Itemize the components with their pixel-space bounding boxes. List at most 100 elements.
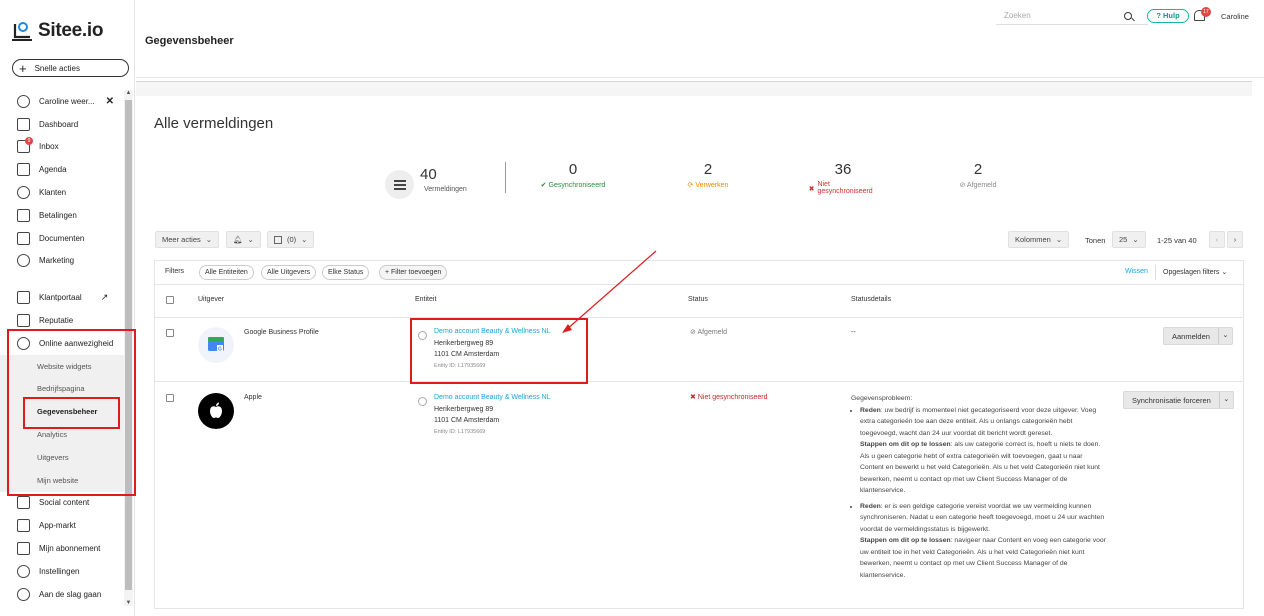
sidebar-item-app-markt[interactable]: App-markt [0, 514, 124, 537]
sidebar-item-klanten[interactable]: Klanten [0, 181, 124, 204]
chevron-down-icon: ⌄ [205, 235, 213, 244]
sidebar-subitem-gegevensbeheer[interactable]: Gegevensbeheer [0, 400, 124, 423]
sidebar-item-social-content[interactable]: Social content [0, 492, 124, 515]
reason-label: Reden [860, 502, 881, 510]
page-size-select[interactable]: 25 ⌄ [1112, 231, 1146, 248]
close-icon[interactable]: ✕ [106, 96, 114, 107]
scroll-up-icon[interactable]: ▲ [124, 90, 133, 96]
sidebar-subitem-website-widgets[interactable]: Website widgets [0, 355, 124, 378]
force-sync-button[interactable]: Synchronisatie forceren ⌄ [1123, 391, 1234, 409]
quick-actions-button[interactable]: + Snelle acties [12, 59, 129, 77]
status-cell: ✖ Niet gesynchroniseerd [690, 392, 767, 404]
clear-filters-link[interactable]: Wissen [1125, 268, 1148, 275]
sidebar-item-instellingen[interactable]: Instellingen [0, 560, 124, 583]
filter-chip-uitgevers[interactable]: Alle Uitgevers [261, 265, 317, 280]
sidebar-subitem-mijn-website[interactable]: Mijn website [0, 469, 124, 492]
sidebar-item-betalingen[interactable]: Betalingen [0, 204, 124, 227]
sidebar-item-label: Uitgevers [37, 452, 69, 462]
add-filter-button[interactable]: + Filter toevoegen [379, 265, 448, 280]
chevron-down-icon[interactable]: ⌄ [1217, 328, 1232, 344]
user-name[interactable]: Caroline [1221, 12, 1249, 21]
status-details: -- [851, 329, 856, 336]
check-icon: ✔ [540, 182, 547, 189]
sidebar-item-aan-de-slag[interactable]: Aan de slag gaan [0, 583, 124, 606]
filter-chip-status[interactable]: Elke Status [322, 265, 370, 280]
column-header-entiteit[interactable]: Entiteit [415, 296, 436, 303]
scroll-thumb[interactable] [125, 100, 132, 590]
chevron-down-icon[interactable]: ⌄ [1218, 392, 1233, 408]
subscribe-button[interactable]: Aanmelden ⌄ [1163, 327, 1233, 345]
stat-unsubscribed[interactable]: 2 ⊘ Afgemeld [943, 161, 1013, 189]
more-actions-dropdown[interactable]: Meer acties ⌄ [155, 231, 220, 248]
sidebar-item-documenten[interactable]: Documenten [0, 227, 124, 250]
entity-address-line1: Herikerbergweg 89 [434, 339, 494, 347]
columns-dropdown[interactable]: Kolommen ⌄ [1008, 231, 1070, 248]
listings-title: Alle vermeldingen [154, 115, 274, 132]
saved-filters-dropdown[interactable]: Opgeslagen filters ⌄ [1163, 268, 1227, 276]
external-link-icon: ↗ [100, 292, 109, 303]
column-header-uitgever[interactable]: Uitgever [198, 296, 224, 303]
sidebar-item-label: Klanten [39, 188, 67, 198]
row-checkbox[interactable] [166, 394, 174, 402]
portal-icon [17, 291, 30, 305]
select-all-checkbox[interactable] [166, 296, 174, 304]
filter-chip-entiteiten[interactable]: Alle Entiteiten [199, 265, 254, 280]
sidebar-item-label: Analytics [37, 430, 68, 440]
sidebar-item-dashboard[interactable]: Dashboard [0, 113, 124, 136]
status-text: Niet gesynchroniseerd [697, 394, 768, 401]
stat-total[interactable]: 40 Vermeldingen [420, 166, 470, 193]
sidebar-item-inbox[interactable]: 9 Inbox [0, 136, 124, 159]
sidebar-item-label: Dashboard [39, 119, 79, 129]
top-bar: Gegevensbeheer Zoeken ? Hulp 17 Caroline [136, 7, 1264, 78]
status-text: Afgemeld [697, 329, 728, 336]
header-divider [155, 317, 1243, 318]
row-checkbox[interactable] [166, 329, 174, 337]
sidebar-item-mijn-abonnement[interactable]: Mijn abonnement [0, 537, 124, 560]
customers-icon [17, 186, 30, 200]
help-button[interactable]: ? Hulp [1147, 9, 1189, 23]
scroll-down-icon[interactable]: ▼ [124, 600, 133, 606]
stat-processing[interactable]: 2 ⟳ Verwerken [668, 161, 748, 189]
force-sync-label: Synchronisatie forceren [1132, 395, 1211, 405]
sidebar-item-klantportaal[interactable]: Klantportaal ↗ [0, 286, 124, 309]
sidebar-subitem-bedrijfspagina[interactable]: Bedrijfspagina [0, 378, 124, 401]
prev-page-button[interactable]: ‹ [1209, 231, 1225, 248]
sidebar-item-online-aanwezigheid[interactable]: Online aanwezigheid [0, 332, 124, 355]
select-dropdown[interactable]: (0) ⌄ [267, 231, 315, 248]
stat-not-synced[interactable]: 36 ✖ Niet gesynchroniseerd [803, 161, 883, 195]
column-header-statusdetails[interactable]: Statusdetails [851, 296, 891, 303]
stat-label: Niet gesynchroniseerd [817, 181, 873, 195]
stat-divider [505, 162, 506, 193]
sidebar-item-reputatie[interactable]: Reputatie [0, 309, 124, 332]
sidebar-item-account[interactable]: Caroline weer... ✕ [0, 90, 124, 113]
search-icon[interactable] [1124, 12, 1132, 20]
fix-text: : als uw categorie correct is, hoeft u n… [860, 441, 1101, 494]
entity-id: Entity ID: L17935669 [434, 428, 486, 435]
stat-value: 2 [973, 161, 983, 178]
selected-count: (0) [287, 235, 297, 244]
column-header-status[interactable]: Status [688, 296, 708, 303]
sidebar-item-label: Gegevensbeheer [37, 407, 98, 417]
details-list: Reden: uw bedrijf is momenteel niet geca… [851, 405, 1106, 582]
publisher-name: Google Business Profile [244, 329, 319, 336]
stat-synced[interactable]: 0 ✔ Gesynchroniseerd [528, 161, 618, 189]
sidebar-item-agenda[interactable]: Agenda [0, 158, 124, 181]
chevron-down-icon: ⌄ [1055, 235, 1063, 244]
x-icon: ✖ [690, 394, 696, 401]
sidebar-scrollbar[interactable]: ▲ ▼ [124, 90, 133, 606]
entity-link[interactable]: Demo account Beauty & Wellness NL [434, 326, 551, 338]
sidebar-item-label: Agenda [39, 165, 67, 175]
sidebar-subitem-analytics[interactable]: Analytics [0, 423, 124, 446]
status-details: Gegevensprobleem: Reden: uw bedrijf is m… [851, 393, 1106, 585]
entity-link[interactable]: Demo account Beauty & Wellness NL [434, 392, 551, 404]
notification-filter-dropdown[interactable]: 🔔︎ ⌄ [226, 231, 261, 248]
next-page-button[interactable]: › [1227, 231, 1243, 248]
sidebar-item-marketing[interactable]: Marketing [0, 250, 124, 273]
publisher-name: Apple [244, 394, 262, 401]
subscribe-label: Aanmelden [1172, 331, 1210, 341]
entity-address-line2: 1101 CM Amsterdam [434, 351, 500, 358]
columns-label: Kolommen [1015, 235, 1051, 244]
sidebar-subitem-uitgevers[interactable]: Uitgevers [0, 446, 124, 469]
brand-logo[interactable]: Sitee.io [12, 20, 103, 42]
header-band [136, 81, 1252, 96]
